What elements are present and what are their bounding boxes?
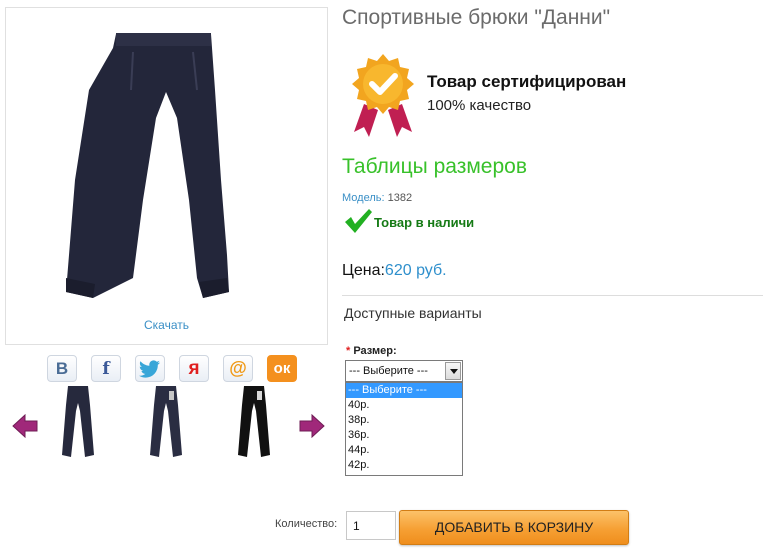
size-option[interactable]: 38р. [346, 413, 462, 428]
thumbnail-2[interactable] [136, 385, 196, 461]
size-option[interactable]: 44р. [346, 443, 462, 458]
carousel-next-arrow-icon[interactable] [299, 413, 325, 439]
size-table-link[interactable]: Таблицы размеров [342, 155, 527, 179]
carousel-prev-arrow-icon[interactable] [12, 413, 38, 439]
size-select-value: --- Выберите --- [349, 365, 428, 377]
vk-icon[interactable]: В [47, 355, 77, 382]
price-label: Цена: [342, 262, 385, 279]
twitter-icon[interactable] [135, 355, 165, 382]
thumbnail-strip [48, 385, 284, 461]
product-title: Спортивные брюки "Данни" [342, 6, 611, 29]
stock-status: Товар в наличи [343, 208, 474, 234]
mailru-icon[interactable]: @ [223, 355, 253, 382]
yaru-icon[interactable]: я [179, 355, 209, 382]
certified-subtitle: 100% качество [427, 97, 532, 114]
download-link[interactable]: Скачать [6, 318, 327, 332]
quantity-input[interactable] [346, 511, 396, 540]
size-option[interactable]: --- Выберите --- [346, 383, 462, 398]
divider [342, 295, 763, 296]
price-value: 620 руб. [384, 262, 447, 279]
thumbnail-3[interactable] [224, 385, 284, 461]
model-info: Модель: 1382 [342, 192, 412, 204]
social-share-bar: В f я @ ок [47, 355, 297, 382]
facebook-icon[interactable]: f [91, 355, 121, 382]
checkmark-icon [345, 209, 372, 233]
certified-badge-icon [350, 52, 416, 143]
size-label-text: Размер: [353, 345, 397, 357]
size-dropdown-list: --- Выберите --- 40р. 38р. 36р. 44р. 42р… [345, 382, 463, 476]
twitter-bird-icon [139, 359, 160, 378]
price: Цена:620 руб. [342, 262, 447, 280]
chevron-down-icon[interactable] [445, 362, 461, 380]
model-label: Модель: [342, 192, 385, 204]
certified-title: Товар сертифицирован [427, 72, 627, 91]
add-to-cart-button[interactable]: ДОБАВИТЬ В КОРЗИНУ [399, 510, 629, 545]
size-option[interactable]: 36р. [346, 428, 462, 443]
required-mark: * [346, 345, 351, 357]
size-option-label: * Размер: [346, 345, 397, 357]
variants-heading: Доступные варианты [344, 305, 482, 321]
thumbnail-1[interactable] [48, 385, 108, 461]
model-value: 1382 [387, 192, 413, 204]
size-option[interactable]: 40р. [346, 398, 462, 413]
stock-status-text: Товар в наличи [374, 214, 475, 230]
odnoklassniki-icon[interactable]: ок [267, 355, 297, 382]
product-main-image[interactable]: Скачать [5, 7, 328, 345]
pants-image [66, 33, 229, 298]
quantity-label: Количество: [275, 518, 338, 530]
size-option[interactable]: 42р. [346, 458, 462, 473]
size-select[interactable]: --- Выберите --- [345, 360, 463, 382]
